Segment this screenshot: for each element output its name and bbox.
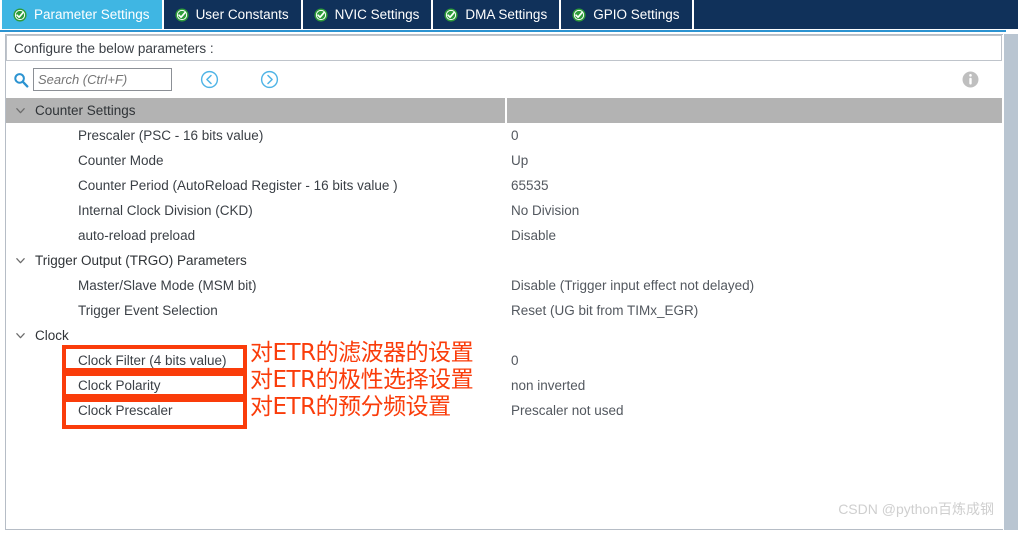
annotation-note-clock-prescaler: 对ETR的预分频设置 [250,394,451,420]
group-title: Counter Settings [35,103,136,118]
watermark: CSDN @python百炼成钢 [838,501,994,517]
parameter-tree: Counter Settings Prescaler (PSC - 16 bit… [6,98,1002,423]
param-row-trigger-event-selection[interactable]: Trigger Event Selection Reset (UG bit fr… [6,298,1002,323]
check-circle-icon [13,7,27,22]
chevron-down-icon [16,108,25,114]
param-label: auto-reload preload [78,228,196,243]
check-circle-icon [444,7,458,22]
chevron-left-circle-icon[interactable] [200,70,219,89]
param-row-counter-mode[interactable]: Counter Mode Up [6,148,1002,173]
param-value: No Division [511,203,580,218]
group-column-divider [505,98,507,123]
group-header-trigger-output[interactable]: Trigger Output (TRGO) Parameters [6,248,1002,273]
configure-instruction-bar: Configure the below parameters : [6,35,1002,61]
tabstrip: Parameter Settings User Constants NVIC S… [0,0,1018,29]
param-label: Internal Clock Division (CKD) [78,203,253,218]
tab-label: User Constants [195,7,289,22]
param-row-prescaler[interactable]: Prescaler (PSC - 16 bits value) 0 [6,123,1002,148]
search-input[interactable] [33,68,172,91]
param-value: Reset (UG bit from TIMx_EGR) [511,303,699,318]
param-label: Master/Slave Mode (MSM bit) [78,278,257,293]
param-label: Trigger Event Selection [78,303,218,318]
tab-label: Parameter Settings [34,7,150,22]
check-circle-icon [314,7,328,22]
param-value: Prescaler not used [511,403,624,418]
cubemx-parameter-settings-window: Parameter Settings User Constants NVIC S… [0,0,1018,535]
tab-dma-settings[interactable]: DMA Settings [433,0,562,29]
param-label: Prescaler (PSC - 16 bits value) [78,128,264,143]
param-value: non inverted [511,378,586,393]
param-row-clock-prescaler[interactable]: Clock Prescaler Prescaler not used [6,398,1002,423]
group-title: Trigger Output (TRGO) Parameters [35,253,247,268]
check-circle-icon [175,7,189,22]
param-label: Counter Mode [78,153,164,168]
info-circle-icon[interactable] [961,70,980,89]
param-value: 65535 [511,178,549,193]
param-value: Disable (Trigger input effect not delaye… [511,278,755,293]
panel-right-scroll-rail[interactable] [1003,34,1018,530]
param-row-clock-polarity[interactable]: Clock Polarity non inverted [6,373,1002,398]
tab-nvic-settings[interactable]: NVIC Settings [302,0,434,29]
annotation-note-clock-polarity: 对ETR的极性选择设置 [250,367,474,393]
tab-label: DMA Settings [465,7,548,22]
tab-label: GPIO Settings [593,7,680,22]
param-value: 0 [511,128,519,143]
search-icon[interactable] [13,72,29,88]
group-header-clock[interactable]: Clock [6,323,1002,348]
param-value: 0 [511,353,519,368]
param-label: Counter Period (AutoReload Register - 16… [78,178,398,193]
tab-label: NVIC Settings [334,7,420,22]
chevron-down-icon [16,333,25,339]
param-row-master-slave-mode[interactable]: Master/Slave Mode (MSM bit) Disable (Tri… [6,273,1002,298]
param-value: Disable [511,228,557,243]
param-row-auto-reload-preload[interactable]: auto-reload preload Disable [6,223,1002,248]
tab-user-constants[interactable]: User Constants [163,0,303,29]
param-label: Clock Filter (4 bits value) [78,353,227,368]
param-label: Clock Prescaler [78,403,173,418]
panel-bottom-edge [0,530,1018,535]
chevron-down-icon [16,258,25,264]
param-label: Clock Polarity [78,378,161,393]
check-circle-icon [572,7,586,22]
tab-parameter-settings[interactable]: Parameter Settings [0,0,164,29]
tabstrip-filler [693,0,1018,29]
configure-instruction-text: Configure the below parameters : [14,40,214,56]
chevron-right-circle-icon[interactable] [260,70,279,89]
search-toolbar [6,62,1002,97]
param-row-counter-period[interactable]: Counter Period (AutoReload Register - 16… [6,173,1002,198]
group-title: Clock [35,328,69,343]
panel-left-edge [0,34,5,535]
annotation-note-clock-filter: 对ETR的滤波器的设置 [250,340,474,366]
param-value: Up [511,153,529,168]
param-row-internal-clock-division[interactable]: Internal Clock Division (CKD) No Divisio… [6,198,1002,223]
group-header-counter-settings[interactable]: Counter Settings [6,98,1002,123]
tab-gpio-settings[interactable]: GPIO Settings [561,0,694,29]
param-row-clock-filter[interactable]: Clock Filter (4 bits value) 0 [6,348,1002,373]
